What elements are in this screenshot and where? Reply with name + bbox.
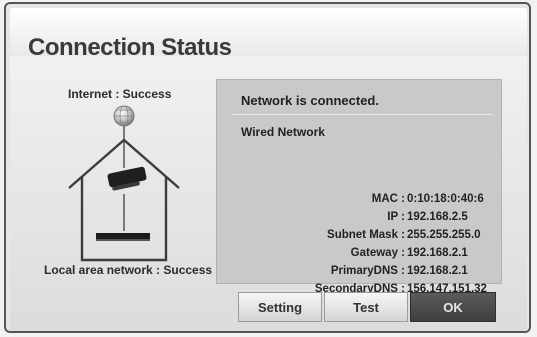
internet-status-label: Internet : Success <box>68 87 172 101</box>
detail-value: 192.168.2.5 <box>407 211 468 223</box>
title-bar: Connection Status <box>10 8 527 61</box>
setting-button[interactable]: Setting <box>238 292 322 322</box>
detail-row-primary-dns: PrimaryDNS : 192.168.2.1 <box>330 265 468 277</box>
detail-row-mac: MAC : 0:10:18:0:40:6 <box>371 193 484 205</box>
player-device-icon <box>96 233 150 241</box>
detail-value: 255.255.255.0 <box>407 229 481 241</box>
local-network-status-label: Local area network : Success <box>44 263 213 277</box>
detail-row-gateway: Gateway : 192.168.2.1 <box>350 247 468 259</box>
divider <box>231 114 493 115</box>
network-diagram <box>68 105 180 262</box>
detail-row-subnet-mask: Subnet Mask : 255.255.255.0 <box>327 229 481 241</box>
network-info-panel: Network is connected. Wired Network MAC … <box>216 79 502 295</box>
detail-label: Gateway <box>350 247 398 259</box>
dialog-frame: Connection Status Internet : Success Loc… <box>4 2 531 333</box>
detail-value: 192.168.2.1 <box>407 265 468 277</box>
dialog-content: Internet : Success Local area network: … <box>10 56 527 331</box>
network-details: MAC : 0:10:18:0:40:6 IP : 192.168.2.5 Su… <box>231 190 493 298</box>
detail-label: MAC <box>371 193 398 205</box>
detail-value: 0:10:18:0:40:6 <box>407 193 484 205</box>
connection-type: Wired Network <box>241 125 325 139</box>
connection-message: Network is connected. <box>241 93 379 108</box>
detail-row-ip: IP : 192.168.2.5 <box>387 211 468 223</box>
ok-button[interactable]: OK <box>410 292 496 322</box>
detail-label: PrimaryDNS <box>330 265 398 277</box>
detail-label: IP <box>387 211 398 223</box>
router-icon <box>107 166 147 191</box>
globe-icon <box>113 105 135 127</box>
detail-value: 192.168.2.1 <box>407 247 468 259</box>
test-button[interactable]: Test <box>324 292 408 322</box>
detail-label: Subnet Mask <box>327 229 398 241</box>
